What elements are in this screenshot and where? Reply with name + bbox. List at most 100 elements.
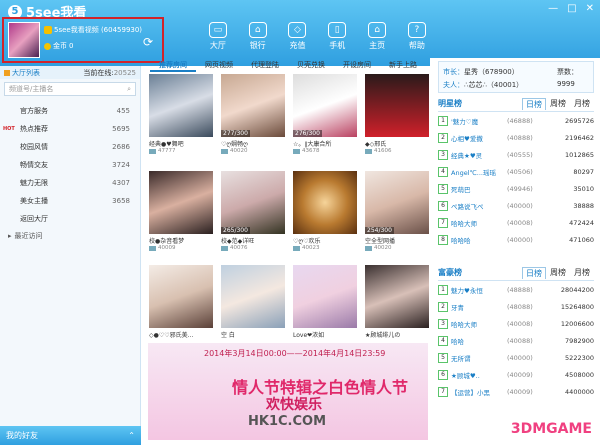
tab-newbie-guide[interactable]: 新手上路 (380, 58, 426, 72)
room-viewers: 40023 (293, 245, 357, 251)
ranking-row[interactable]: 8 哈哈哈 (40000) 471060 (438, 231, 594, 248)
close-button[interactable]: ✕ (586, 3, 594, 14)
rank-number: 3 (438, 318, 448, 329)
rank-id: (40888) (507, 133, 533, 142)
category-item[interactable]: HOT 热点推荐 5695 (0, 120, 140, 138)
sidebar-header: 大厅列表 当前在线:20525 (0, 66, 140, 79)
category-count: 4307 (112, 179, 130, 187)
coins-value: 0 (69, 42, 74, 50)
room-card[interactable]: ♡ღ♡欢乐 40023 (293, 171, 357, 260)
tab-shell-exchange[interactable]: 贝壳兑换 (288, 58, 334, 72)
friends-bar[interactable]: 我的好友 ⌃ (0, 426, 141, 445)
category-item[interactable]: 校园风情 2686 (0, 138, 140, 156)
tab-weekly[interactable]: 周榜 (546, 267, 570, 278)
room-card[interactable]: 277/300 ♡ღ娴畅ღ 40020 (221, 74, 285, 163)
avatar[interactable] (8, 22, 40, 58)
tab-monthly[interactable]: 月榜 (570, 267, 594, 278)
rank-score: 472424 (569, 218, 594, 227)
rank-name: 哈哈 (451, 337, 464, 346)
user-name-row: 5see我看视频 (60459930) (44, 25, 142, 35)
info-box: 市长：星秀（678900） 夫人：∴芯芯∴（40001） 票数： 9999 (438, 61, 594, 93)
room-card[interactable]: 265/300 校◆范◆详旺 40076 (221, 171, 285, 260)
room-thumbnail (365, 74, 429, 137)
room-card[interactable]: 254/300 空全型网播 40020 (365, 171, 429, 260)
nav-bank[interactable]: ⌂ 银行 (238, 22, 278, 51)
ranking-row[interactable]: 4 Angel℃...瑶瑶 (40506) 80297 (438, 163, 594, 180)
tab-daily[interactable]: 日榜 (522, 97, 546, 110)
search-placeholder: 频道号/主播名 (9, 85, 54, 93)
category-label: 校园风情 (20, 143, 48, 151)
room-thumbnail (149, 265, 213, 328)
room-card[interactable]: Love❤浓如 (293, 265, 357, 343)
category-label: 美女主播 (20, 197, 48, 205)
room-card[interactable]: 空 白 (221, 265, 285, 343)
rank-score: 4400000 (565, 387, 594, 396)
watermark: 3DMGAME (510, 421, 592, 437)
room-thumbnail (365, 265, 429, 328)
rank-number: 1 (438, 284, 448, 295)
rank-number: 2 (438, 132, 448, 143)
room-card[interactable]: 经典●♥舞吧 47777 (149, 74, 213, 163)
nav-home[interactable]: ⌂ 主页 (357, 22, 397, 51)
tab-recommended[interactable]: 推荐房间 (150, 58, 196, 72)
expand-icon[interactable]: ⌃ (128, 431, 135, 440)
category-count: 455 (116, 107, 130, 115)
ranking-row[interactable]: 5 无所谓 (40000) 5222300 (438, 349, 594, 366)
category-item[interactable]: 畅情交友 3724 (0, 156, 140, 174)
category-item[interactable]: 官方服务 455 (0, 102, 140, 120)
rich-title: 富豪榜 (438, 268, 462, 277)
search-icon[interactable]: ⌕ (127, 85, 131, 94)
tab-monthly[interactable]: 月榜 (570, 98, 594, 109)
ranking-row[interactable]: 7 哈哈大师 (40008) 472424 (438, 214, 594, 231)
ranking-row[interactable]: 3 经典★♥灵 (40555) 1012865 (438, 146, 594, 163)
ranking-row[interactable]: 6 ★顾城♥.. (40009) 4508000 (438, 366, 594, 383)
rank-number: 8 (438, 234, 448, 245)
tab-open-room[interactable]: 开设房间 (334, 58, 380, 72)
tab-weekly[interactable]: 周榜 (546, 98, 570, 109)
rank-score: 5222300 (565, 353, 594, 362)
refresh-icon[interactable]: ⟳ (143, 35, 153, 49)
search-input[interactable]: 频道号/主播名 ⌕ (4, 82, 136, 96)
promo-banner[interactable]: 2014年3月14日00:00——2014年4月14日23:59 情人节特辑之白… (148, 343, 428, 440)
room-card[interactable]: 276/300 ☆。∥大康合所 43678 (293, 74, 357, 163)
rank-id: (46888) (507, 116, 533, 125)
room-name: ♡ღ♡欢乐 (293, 238, 321, 245)
room-viewers: 43678 (293, 148, 357, 154)
ranking-row[interactable]: 1 '魅力♡魔 (46888) 2695726 (438, 112, 594, 129)
room-name: ◇●♡♡邪氏美... (149, 332, 194, 339)
category-item[interactable]: 美女主播 3658 (0, 192, 140, 210)
nav-hall[interactable]: ▭ 大厅 (198, 22, 238, 51)
room-card[interactable]: ◇●♡♡邪氏美... (149, 265, 213, 343)
rank-name: 无所谓 (451, 354, 471, 363)
category-item[interactable]: 返回大厅 (0, 210, 140, 228)
phone-icon: ▯ (328, 22, 347, 38)
room-name: 校◆范◆详旺 (221, 238, 255, 245)
ranking-row[interactable]: 3 哈哈大师 (40008) 12006600 (438, 315, 594, 332)
category-item[interactable]: 魅力无限 4307 (0, 174, 140, 192)
nav-label: 手机 (329, 41, 346, 50)
room-thumbnail: 265/300 (221, 171, 285, 234)
tab-agent-login[interactable]: 代理登陆 (242, 58, 288, 72)
tab-web-video[interactable]: 网页视频 (196, 58, 242, 72)
recent-visits[interactable]: ▸ 最近访问 (0, 228, 140, 244)
nav-help[interactable]: ? 帮助 (397, 22, 437, 51)
room-card[interactable]: ★顾城绯儿の (365, 265, 429, 343)
room-card[interactable]: 校●杂音看梦 40009 (149, 171, 213, 260)
room-tabs: 推荐房间 网页视频 代理登陆 贝壳兑换 开设房间 新手上路 (150, 58, 426, 72)
tab-daily[interactable]: 日榜 (522, 266, 546, 279)
ranking-row[interactable]: 6 ぺ路说飞ぺ (40000) 38888 (438, 197, 594, 214)
ranking-row[interactable]: 4 哈哈 (40088) 7982900 (438, 332, 594, 349)
nav-recharge[interactable]: ◇ 充值 (278, 22, 318, 51)
room-name: Love❤浓如 (293, 332, 325, 339)
ranking-row[interactable]: 7 【运营】小黑 (40009) 4400000 (438, 383, 594, 400)
nav-label: 主页 (369, 41, 386, 50)
maximize-button[interactable]: □ (567, 3, 576, 14)
coin-icon (44, 42, 51, 50)
room-card[interactable]: ◆◇邢氏 41606 (365, 74, 429, 163)
ranking-row[interactable]: 2 牙青 (48088) 15264800 (438, 298, 594, 315)
minimize-button[interactable]: — (548, 3, 558, 14)
ranking-row[interactable]: 1 魅力♥永恒 (48888) 28044200 (438, 281, 594, 298)
ranking-row[interactable]: 5 死萌巴 (49946) 35010 (438, 180, 594, 197)
ranking-row[interactable]: 2 心相♥爱撒 (40888) 2196462 (438, 129, 594, 146)
nav-phone[interactable]: ▯ 手机 (317, 22, 357, 51)
